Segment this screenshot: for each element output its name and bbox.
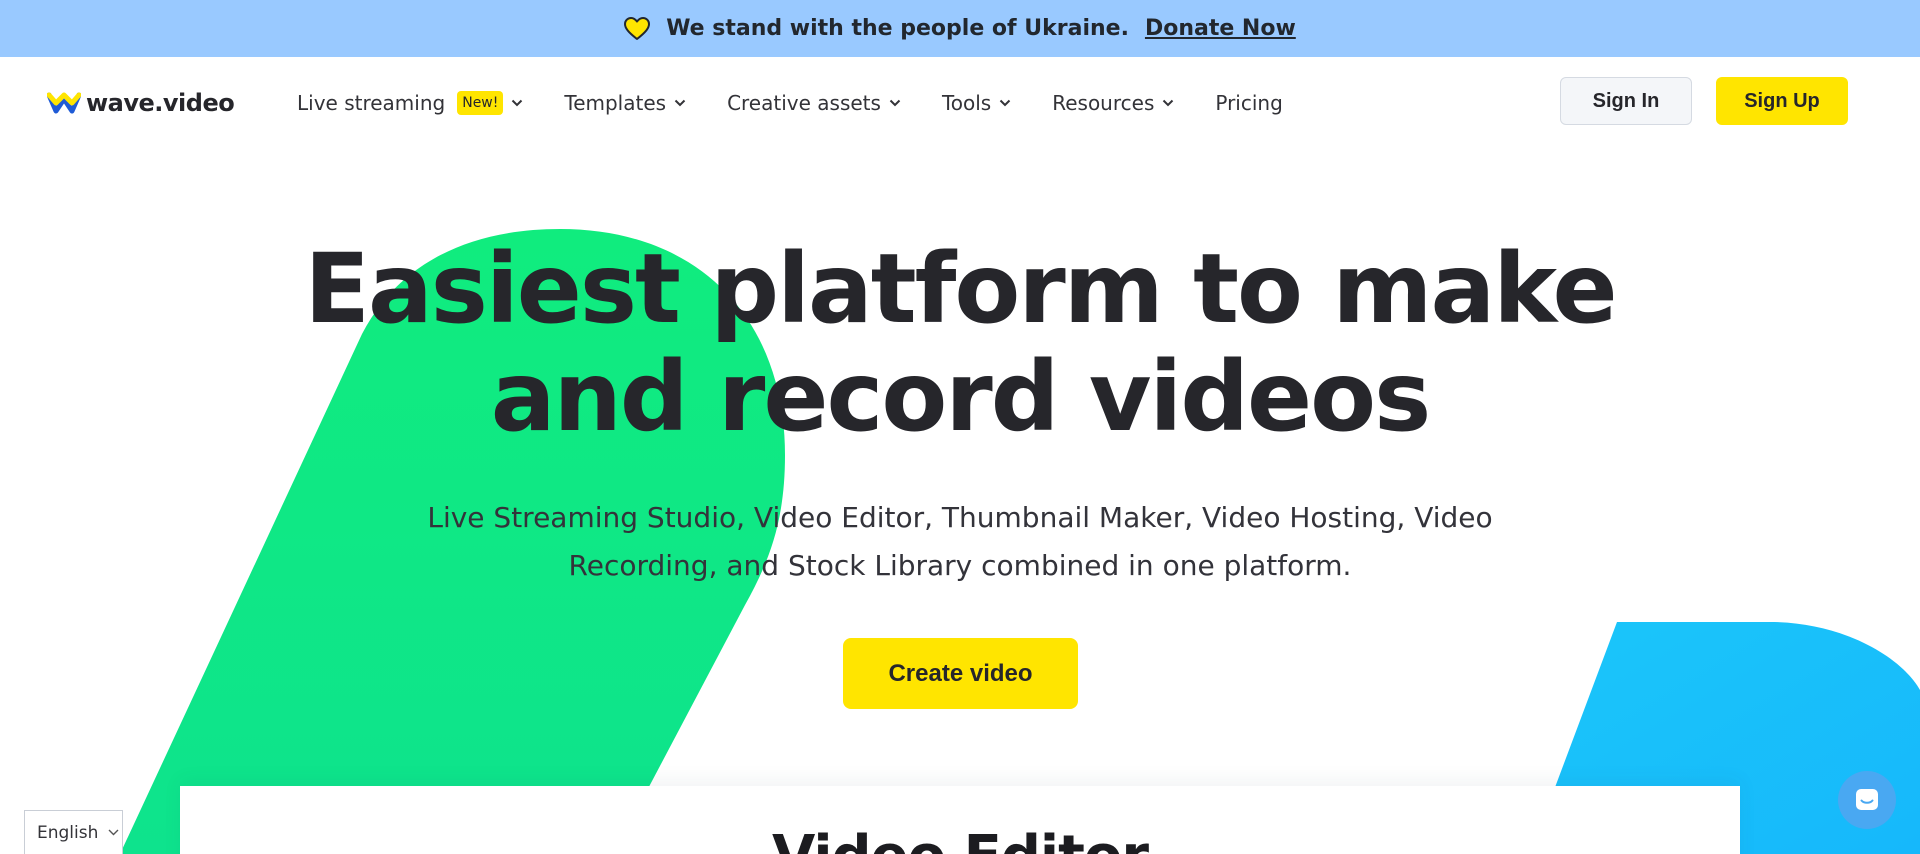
chevron-down-icon	[674, 99, 686, 107]
hero-title-line-1: Easiest platform to make	[304, 233, 1617, 345]
hero-title-line-2: and record videos	[490, 341, 1431, 453]
nav-item-tools[interactable]: Tools	[942, 91, 1011, 115]
page: We stand with the people of Ukraine. Don…	[0, 0, 1920, 854]
sign-in-button[interactable]: Sign In	[1560, 77, 1692, 125]
logo-text: wave.video	[86, 89, 235, 117]
hero-subtitle-line-2: Recording, and Stock Library combined in…	[568, 549, 1352, 582]
chevron-down-icon	[1163, 99, 1174, 107]
hero-title: Easiest platform to make and record vide…	[260, 235, 1660, 451]
nav-item-label: Templates	[564, 91, 667, 115]
hero-subtitle: Live Streaming Studio, Video Editor, Thu…	[400, 494, 1520, 590]
donate-now-link[interactable]: Donate Now	[1145, 16, 1296, 41]
hero-subtitle-line-1: Live Streaming Studio, Video Editor, Thu…	[427, 501, 1493, 534]
site-header: wave.video Live streaming New! Templates…	[0, 57, 1920, 147]
nav-item-resources[interactable]: Resources	[1052, 91, 1174, 115]
nav-item-label: Creative assets	[727, 91, 881, 115]
nav-item-label: Live streaming	[297, 91, 446, 115]
language-selector[interactable]: English	[24, 810, 123, 854]
new-badge: New!	[457, 91, 504, 115]
nav-item-creative-assets[interactable]: Creative assets	[727, 91, 901, 115]
nav-item-pricing[interactable]: Pricing	[1215, 91, 1282, 115]
feature-card: Video Editor	[180, 786, 1740, 854]
feature-card-title: Video Editor	[180, 824, 1740, 854]
chevron-down-icon	[512, 99, 523, 107]
create-video-button[interactable]: Create video	[843, 638, 1078, 709]
nav-item-templates[interactable]: Templates	[564, 91, 686, 115]
language-selected: English	[37, 822, 99, 843]
main-nav: Live streaming New! Templates Creative a…	[297, 89, 1324, 117]
nav-item-label: Pricing	[1215, 91, 1283, 115]
sign-up-button[interactable]: Sign Up	[1716, 77, 1848, 125]
chat-button[interactable]	[1838, 771, 1896, 829]
chevron-down-icon	[1000, 99, 1011, 107]
wave-logo-icon	[47, 92, 81, 114]
heart-icon	[624, 16, 651, 40]
chevron-down-icon	[889, 99, 901, 107]
chat-icon	[1856, 789, 1878, 810]
nav-item-label: Tools	[941, 91, 992, 115]
nav-item-live-streaming[interactable]: Live streaming New!	[297, 91, 523, 115]
logo[interactable]: wave.video	[47, 89, 235, 117]
nav-item-label: Resources	[1052, 91, 1155, 115]
ukraine-banner: We stand with the people of Ukraine. Don…	[0, 0, 1920, 57]
chevron-down-icon	[108, 829, 119, 836]
banner-message: We stand with the people of Ukraine.	[666, 16, 1129, 41]
